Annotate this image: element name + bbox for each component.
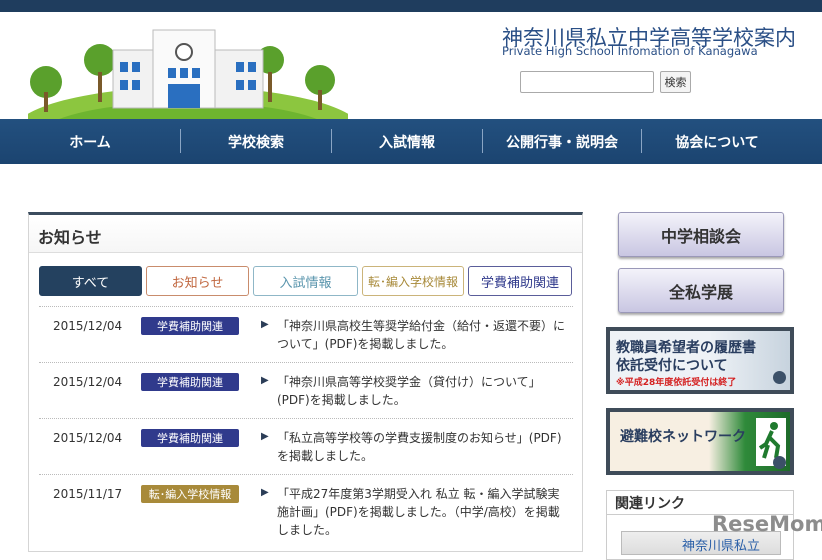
nav-home[interactable]: ホーム xyxy=(0,119,180,164)
triangle-right-icon: ▶ xyxy=(261,319,269,330)
teacher-resume-banner[interactable]: 教職員希望者の履歴書 依託受付について ※平成28年度依託受付は終了 xyxy=(606,327,794,394)
arrow-circle-icon xyxy=(773,371,786,384)
tab-tuition-aid[interactable]: 学費補助関連 xyxy=(468,266,572,296)
news-date: 2015/12/04 xyxy=(53,431,123,445)
junior-high-consultation-button[interactable]: 中学相談会 xyxy=(618,212,784,257)
category-badge: 学費補助関連 xyxy=(141,373,239,391)
tab-transfer-info[interactable]: 転･編入学校情報 xyxy=(362,266,464,296)
news-item: 2015/11/17 転･編入学校情報 ▶ 「平成27年度第3学期受入れ 私立 … xyxy=(39,474,573,554)
search-button[interactable]: 検索 xyxy=(660,71,691,93)
category-badge: 学費補助関連 xyxy=(141,317,239,335)
site-subtitle: Private High School Infomation of Kanaga… xyxy=(502,44,758,58)
banner-line1: 教職員希望者の履歴書 xyxy=(616,340,756,356)
nav-about[interactable]: 協会について xyxy=(642,119,792,164)
school-illustration-logo[interactable] xyxy=(28,22,348,119)
nav-exam-info[interactable]: 入試情報 xyxy=(332,119,482,164)
tab-exam-info[interactable]: 入試情報 xyxy=(253,266,358,296)
news-date: 2015/12/04 xyxy=(53,375,123,389)
news-item: 2015/12/04 学費補助関連 ▶ 「私立高等学校等の学費支援制度のお知らせ… xyxy=(39,418,573,474)
news-link[interactable]: 「神奈川県高校生等奨学給付金（給付・返還不要）について」(PDF)を掲載しました… xyxy=(277,317,567,353)
tab-notice[interactable]: お知らせ xyxy=(146,266,249,296)
resemom-watermark: ReseMom xyxy=(712,512,822,536)
category-badge: 学費補助関連 xyxy=(141,429,239,447)
search-input[interactable] xyxy=(520,71,654,93)
news-date: 2015/12/04 xyxy=(53,319,123,333)
evacuation-network-banner[interactable]: 避難校ネットワーク xyxy=(606,408,794,475)
tab-all[interactable]: すべて xyxy=(39,266,142,296)
banner-note: ※平成28年度依託受付は終了 xyxy=(616,378,737,388)
banner-line2: 依託受付について xyxy=(616,358,728,374)
triangle-right-icon: ▶ xyxy=(261,487,269,498)
category-badge: 転･編入学校情報 xyxy=(141,485,239,503)
banner-label: 避難校ネットワーク xyxy=(620,429,746,445)
main-nav: ホーム 学校検索 入試情報 公開行事・説明会 協会について xyxy=(0,119,822,164)
nav-school-search[interactable]: 学校検索 xyxy=(181,119,331,164)
news-link[interactable]: 「平成27年度第3学期受入れ 私立 転・編入学試験実施計画」(PDF)を掲載しま… xyxy=(277,485,567,539)
top-bar xyxy=(0,0,822,12)
news-title: お知らせ xyxy=(29,215,582,253)
triangle-right-icon: ▶ xyxy=(261,431,269,442)
news-panel: お知らせ すべて お知らせ 入試情報 転･編入学校情報 学費補助関連 2015/… xyxy=(28,212,583,552)
nav-events[interactable]: 公開行事・説明会 xyxy=(483,119,641,164)
news-link[interactable]: 「神奈川県高等学校奨学金（貸付け）について」(PDF)を掲載しました。 xyxy=(277,373,567,409)
arrow-circle-icon xyxy=(773,456,786,469)
news-item: 2015/12/04 学費補助関連 ▶ 「神奈川県高校生等奨学給付金（給付・返還… xyxy=(39,306,573,362)
triangle-right-icon: ▶ xyxy=(261,375,269,386)
news-date: 2015/11/17 xyxy=(53,487,123,501)
private-school-fair-button[interactable]: 全私学展 xyxy=(618,268,784,313)
news-link[interactable]: 「私立高等学校等の学費支援制度のお知らせ」(PDF)を掲載しました。 xyxy=(277,429,567,465)
news-item: 2015/12/04 学費補助関連 ▶ 「神奈川県高等学校奨学金（貸付け）につい… xyxy=(39,362,573,418)
